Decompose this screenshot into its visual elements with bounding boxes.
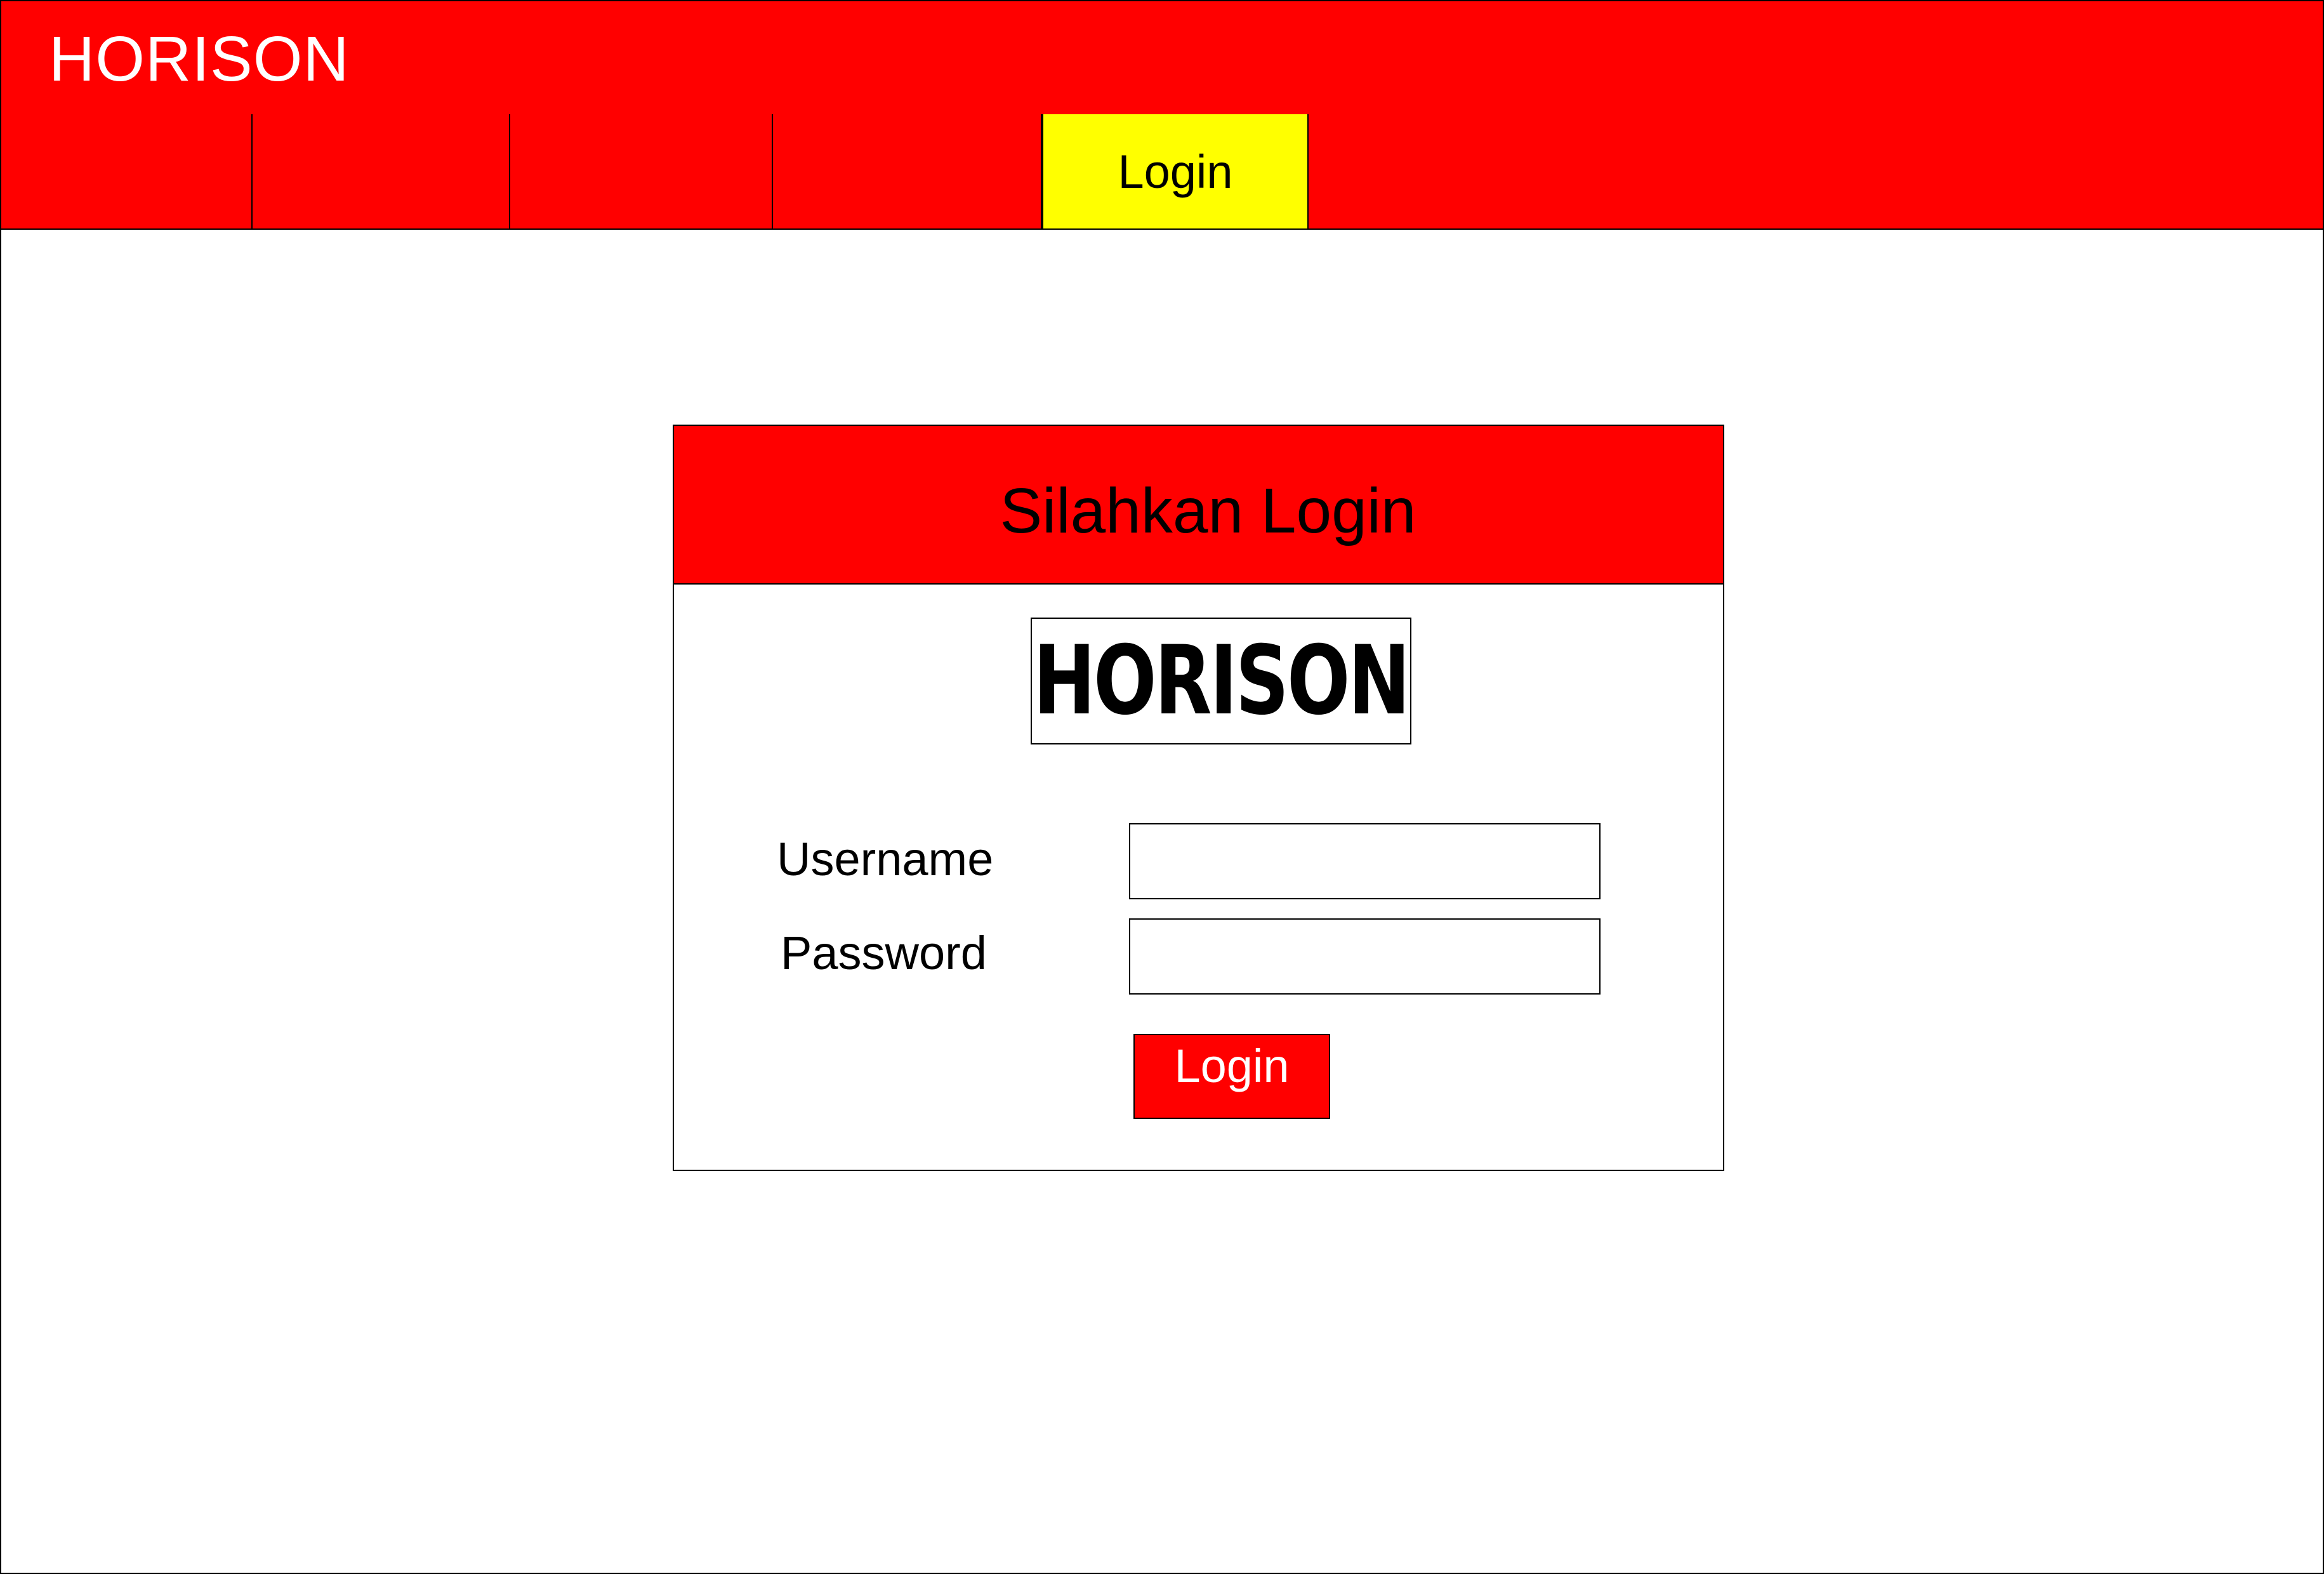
logo-wordmark: HORISON (1033, 626, 1411, 736)
username-label: Username (777, 833, 994, 885)
brand-title: HORISON (49, 23, 350, 95)
nav-tab-2[interactable] (253, 114, 510, 228)
username-input[interactable] (1129, 823, 1601, 899)
horison-logo: HORISON (1031, 618, 1411, 744)
login-card-title: Silahkan Login (1000, 475, 1416, 546)
nav-bar: Login (1, 114, 2323, 230)
page-frame: HORISON Login Silahkan Login HORISON Use… (0, 0, 2324, 1574)
password-label: Password (781, 927, 987, 979)
nav-tab-1[interactable] (1, 114, 253, 228)
login-card: Silahkan Login HORISON Username Password… (673, 425, 1724, 1171)
login-card-header: Silahkan Login (674, 426, 1723, 585)
login-button[interactable]: Login (1133, 1034, 1330, 1119)
nav-tab-login[interactable]: Login (1042, 114, 1309, 228)
nav-tab-4[interactable] (773, 114, 1042, 228)
password-input[interactable] (1129, 918, 1601, 995)
app-header: HORISON (1, 1, 2323, 116)
nav-tab-3[interactable] (510, 114, 773, 228)
